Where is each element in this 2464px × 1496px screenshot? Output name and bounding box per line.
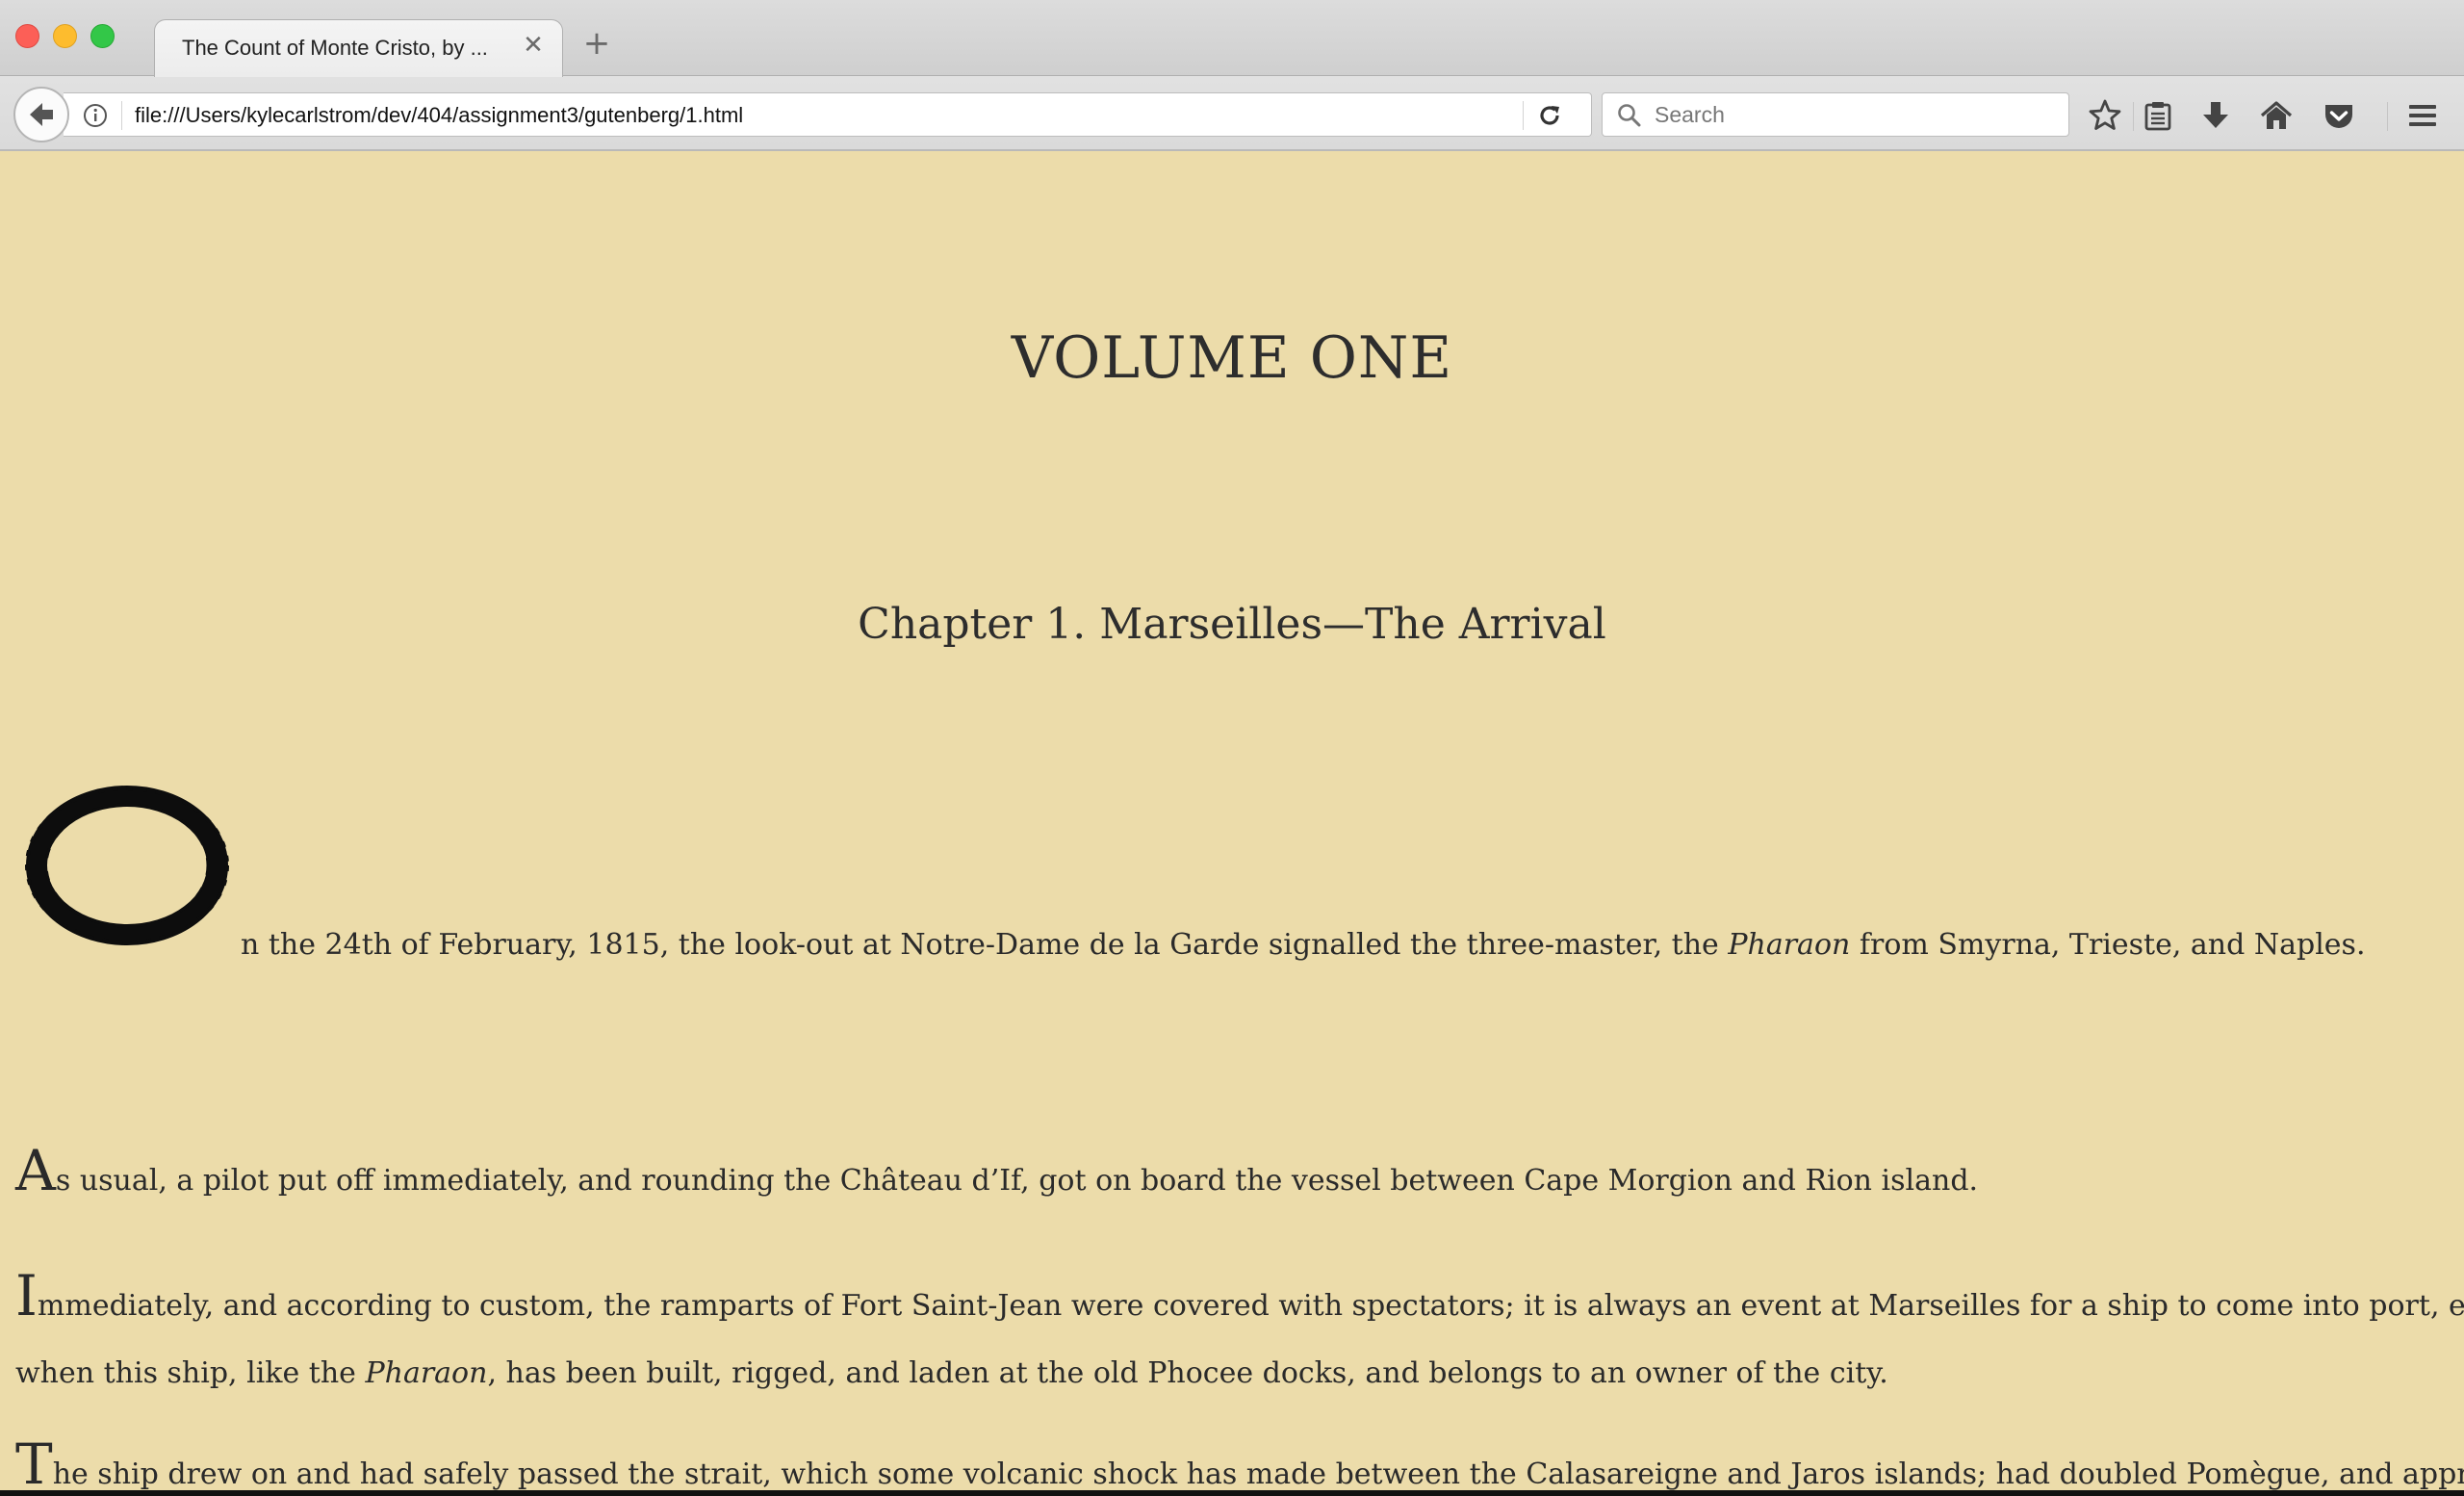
paragraph-1-text-before: n the 24th of February, 1815, the look-o…: [241, 928, 1729, 962]
tab-close-icon[interactable]: ✕: [520, 32, 547, 59]
close-window-button[interactable]: [15, 24, 39, 48]
new-tab-button[interactable]: +: [581, 27, 612, 60]
active-tab[interactable]: The Count of Monte Cristo, by ... ✕: [154, 19, 563, 77]
ship-name: Pharaon: [365, 1356, 488, 1390]
reload-divider: [1523, 101, 1524, 130]
volume-heading: VOLUME ONE: [1011, 324, 1453, 392]
reload-icon[interactable]: [1536, 102, 1563, 129]
tab-title: The Count of Monte Cristo, by ...: [182, 36, 488, 60]
pocket-icon[interactable]: [2320, 96, 2358, 135]
paragraph-3: Immediately, and according to custom, th…: [15, 1268, 2464, 1407]
url-divider: [121, 101, 122, 130]
search-input[interactable]: [1655, 99, 2049, 130]
browser-chrome: The Count of Monte Cristo, by ... ✕ + fi…: [0, 0, 2464, 151]
paragraph-2: As usual, a pilot put off immediately, a…: [15, 1143, 2441, 1215]
paragraph-3-line-2-after: , has been built, rigged, and laden at t…: [487, 1356, 1888, 1390]
reading-list-icon[interactable]: [2139, 96, 2177, 135]
paragraph-4: The ship drew on and had safely passed t…: [15, 1436, 2464, 1496]
paragraph-3-line-2-before: when this ship, like the: [15, 1356, 366, 1390]
toolbar-separator: [2133, 102, 2134, 131]
page-content: VOLUME ONE Chapter 1. Marseilles—The Arr…: [0, 151, 2464, 1496]
paragraph-2-initial: A: [15, 1138, 56, 1203]
paragraph-4-text: he ship drew on and had safely passed th…: [52, 1457, 2464, 1491]
back-arrow-icon: [30, 103, 53, 126]
home-icon[interactable]: [2257, 96, 2296, 135]
back-button[interactable]: [13, 87, 69, 142]
info-icon[interactable]: [83, 103, 108, 128]
download-icon[interactable]: [2196, 96, 2235, 135]
paragraph-3-initial: I: [15, 1263, 38, 1328]
url-bar[interactable]: file:///Users/kylecarlstrom/dev/404/assi…: [64, 92, 1592, 137]
ship-name: Pharaon: [1728, 928, 1851, 962]
paragraph-2-text: s usual, a pilot put off immediately, an…: [55, 1164, 1979, 1198]
paragraph-4-initial: T: [15, 1432, 53, 1496]
paragraph-1-text-after: from Smyrna, Trieste, and Naples.: [1850, 928, 2366, 962]
search-bar[interactable]: [1602, 92, 2069, 137]
menu-icon[interactable]: [2403, 96, 2442, 135]
chapter-heading: Chapter 1. Marseilles—The Arrival: [858, 600, 1606, 649]
window-bottom-edge: [0, 1490, 2464, 1496]
zoom-window-button[interactable]: [90, 24, 115, 48]
drop-cap-o: [25, 786, 229, 945]
toolbar-separator: [2387, 102, 2388, 131]
bookmark-star-icon[interactable]: [2086, 96, 2124, 135]
minimize-window-button[interactable]: [53, 24, 77, 48]
paragraph-1: n the 24th of February, 1815, the look-o…: [241, 912, 2435, 979]
paragraph-3-line-1: mmediately, and according to custom, the…: [37, 1289, 2464, 1323]
search-icon: [1618, 104, 1641, 127]
url-text[interactable]: file:///Users/kylecarlstrom/dev/404/assi…: [135, 103, 743, 128]
tab-strip: The Count of Monte Cristo, by ... ✕ +: [0, 0, 2464, 77]
